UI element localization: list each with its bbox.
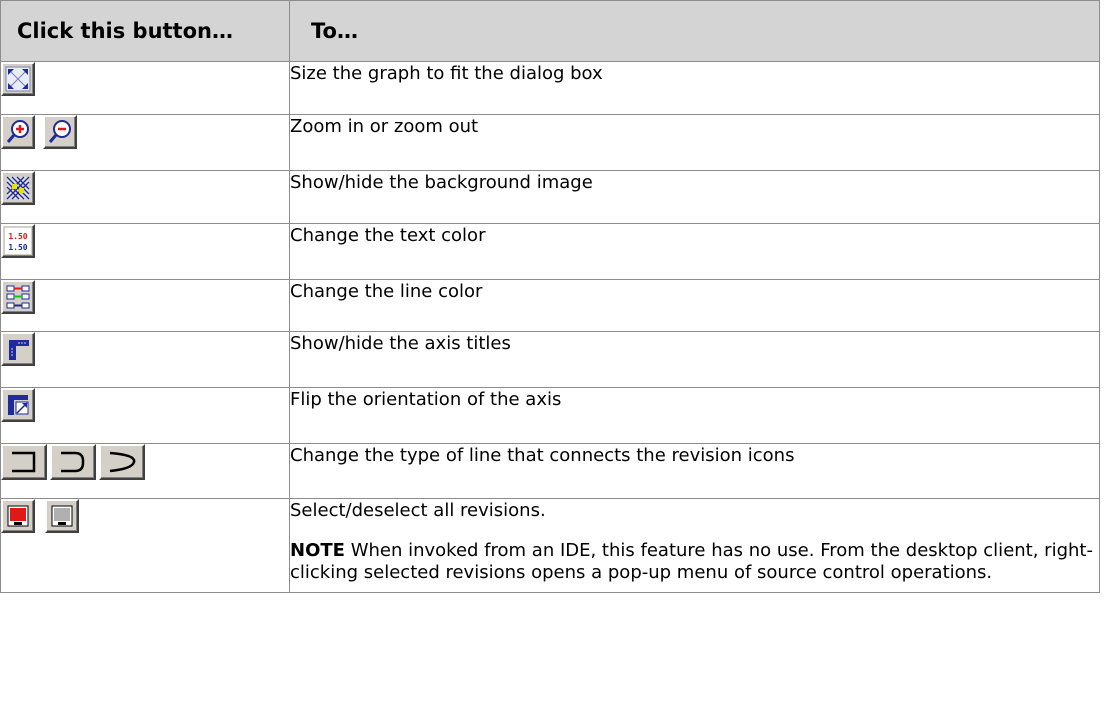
curved-line-icon[interactable] [99, 444, 145, 480]
table-row: Zoom in or zoom out [0, 114, 1100, 171]
row-description: Show/hide the axis titles [289, 331, 1100, 388]
row-description: Size the graph to fit the dialog box [289, 61, 1100, 115]
background-image-icon[interactable] [1, 171, 35, 205]
line-color-icon[interactable] [1, 280, 35, 314]
table-header-row: Click this button… To… [0, 0, 1100, 62]
text-color-icon[interactable]: 1.50 1.50 [1, 224, 35, 258]
text-color-sample-red: 1.50 [8, 232, 27, 241]
zoom-out-icon[interactable] [43, 115, 77, 149]
table-row: Flip the orientation of the axis [0, 387, 1100, 444]
note-text: When invoked from an IDE, this feature h… [290, 540, 1093, 583]
row-description: Show/hide the background image [289, 170, 1100, 224]
deselect-all-icon[interactable] [45, 499, 79, 533]
row-description: Zoom in or zoom out [289, 114, 1100, 171]
button-reference-table: Click this button… To… Size the graph to… [0, 0, 1100, 593]
rounded-line-icon[interactable] [50, 444, 96, 480]
square-line-icon[interactable] [1, 444, 47, 480]
axis-titles-icon[interactable] [1, 332, 35, 366]
row-description: Change the text color [289, 223, 1100, 280]
table-row: Size the graph to fit the dialog box [0, 61, 1100, 115]
row-description: Change the type of line that connects th… [289, 443, 1100, 499]
note-label: NOTE [290, 540, 345, 561]
text-color-sample-blue: 1.50 [8, 243, 27, 252]
fit-to-dialog-icon[interactable] [1, 62, 35, 96]
row-description: Select/deselect all revisions. [290, 500, 546, 521]
row-description: Flip the orientation of the axis [289, 387, 1100, 444]
select-all-icon[interactable] [1, 499, 35, 533]
table-row: Change the type of line that connects th… [0, 443, 1100, 499]
table-row: Select/deselect all revisions. NOTE When… [0, 498, 1100, 593]
header-click-button: Click this button… [0, 0, 290, 62]
flip-axis-icon[interactable] [1, 388, 35, 422]
row-description: Change the line color [289, 279, 1100, 332]
zoom-in-icon[interactable] [1, 115, 35, 149]
table-row: Show/hide the background image [0, 170, 1100, 224]
note-paragraph: NOTE When invoked from an IDE, this feat… [290, 540, 1099, 584]
table-row: Change the line color [0, 279, 1100, 332]
table-row: Show/hide the axis titles [0, 331, 1100, 388]
table-row: 1.50 1.50 Change the text color [0, 223, 1100, 280]
header-to: To… [289, 0, 1100, 62]
